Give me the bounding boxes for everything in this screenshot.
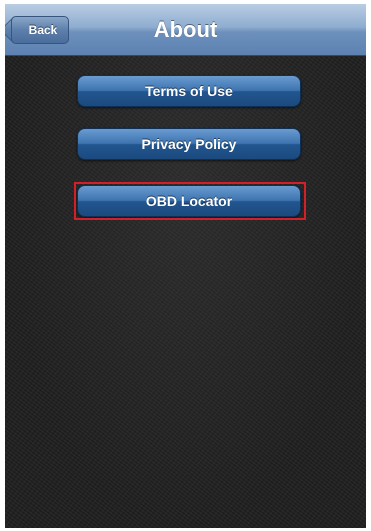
back-button-wrap: Back [11, 16, 69, 44]
page-title: About [153, 17, 218, 42]
about-screen: Back About Terms of Use Privacy Policy O… [5, 4, 366, 528]
obd-locator-button[interactable]: OBD Locator [77, 185, 301, 217]
back-button[interactable]: Back [11, 16, 69, 44]
privacy-policy-button[interactable]: Privacy Policy [77, 128, 301, 160]
navigation-bar: Back About [5, 4, 366, 56]
terms-of-use-button[interactable]: Terms of Use [77, 75, 301, 107]
